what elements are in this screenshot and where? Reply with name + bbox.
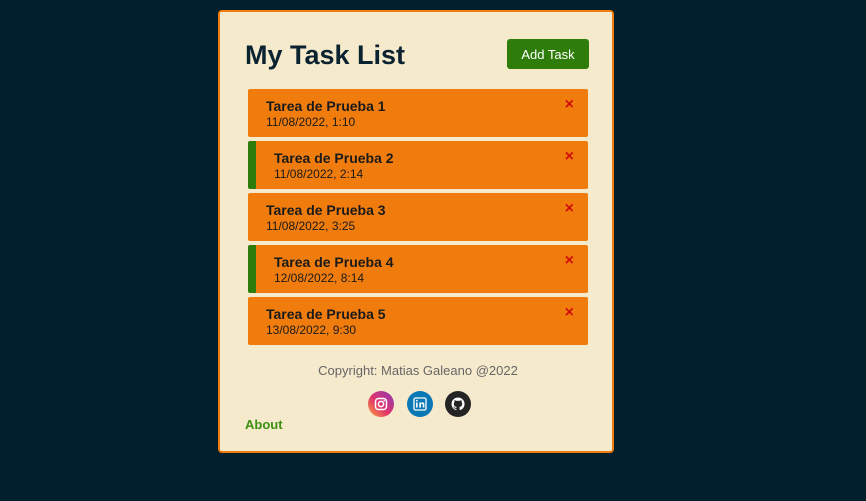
task-date: 11/08/2022, 1:10: [266, 115, 356, 129]
about-link[interactable]: About: [245, 417, 283, 432]
delete-icon[interactable]: ×: [565, 147, 574, 167]
header: My Task List Add Task: [245, 39, 589, 74]
task-title: Tarea de Prueba 4: [274, 254, 394, 270]
task-item-2[interactable]: Tarea de Prueba 2 11/08/2022, 2:14 ×: [248, 141, 588, 189]
task-date: 11/08/2022, 2:14: [274, 167, 364, 181]
delete-icon[interactable]: ×: [565, 251, 574, 271]
task-title: Tarea de Prueba 3: [266, 202, 386, 218]
task-date: 12/08/2022, 8:14: [274, 271, 365, 285]
page-title: My Task List: [245, 40, 406, 70]
task-item-1[interactable]: Tarea de Prueba 1 11/08/2022, 1:10 ×: [248, 89, 588, 137]
add-task-button[interactable]: Add Task: [507, 39, 589, 69]
task-title: Tarea de Prueba 2: [274, 150, 394, 166]
instagram-icon[interactable]: [368, 391, 394, 417]
copyright-text: Copyright: Matias Galeano @2022: [318, 363, 518, 378]
task-list: Tarea de Prueba 1 11/08/2022, 1:10 × Tar…: [248, 89, 588, 349]
delete-icon[interactable]: ×: [565, 303, 574, 323]
delete-icon[interactable]: ×: [565, 95, 574, 115]
github-icon[interactable]: [445, 391, 471, 417]
task-date: 13/08/2022, 9:30: [266, 323, 357, 337]
task-item-5[interactable]: Tarea de Prueba 5 13/08/2022, 9:30 ×: [248, 297, 588, 345]
task-title: Tarea de Prueba 1: [266, 98, 386, 114]
delete-icon[interactable]: ×: [565, 199, 574, 219]
task-item-3[interactable]: Tarea de Prueba 3 11/08/2022, 3:25 ×: [248, 193, 588, 241]
task-date: 11/08/2022, 3:25: [266, 219, 356, 233]
linkedin-icon[interactable]: [407, 391, 433, 417]
task-tracker-card: My Task List Add Task Tarea de Prueba 1 …: [218, 10, 614, 453]
task-item-4[interactable]: Tarea de Prueba 4 12/08/2022, 8:14 ×: [248, 245, 588, 293]
task-title: Tarea de Prueba 5: [266, 306, 386, 322]
